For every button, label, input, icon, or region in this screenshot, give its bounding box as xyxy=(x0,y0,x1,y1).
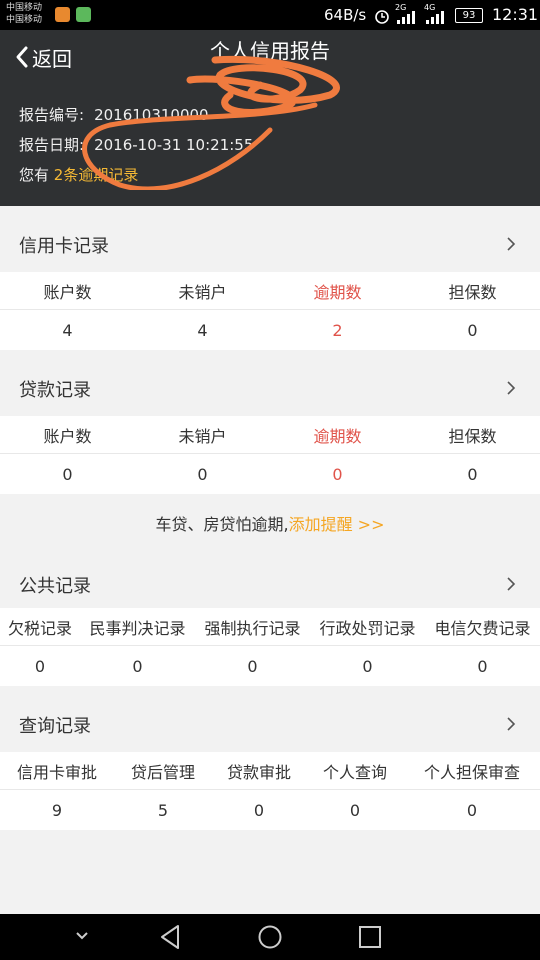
query-records-section-header[interactable]: 查询记录 xyxy=(0,686,540,752)
credit-card-header: 逾期数 xyxy=(313,282,362,302)
chevron-right-icon xyxy=(507,237,516,251)
query-records-value: 0 xyxy=(466,800,478,820)
report-number-value: 201610310000 xyxy=(94,106,209,124)
public-records-section-header[interactable]: 公共记录 xyxy=(0,546,540,612)
public-records-grid: 欠税记录 民事判决记录 强制执行记录 行政处罚记录 电信欠费记录 0 0 0 0… xyxy=(0,608,540,686)
loan-header: 账户数 xyxy=(43,426,92,446)
home-circle-icon[interactable] xyxy=(257,924,283,950)
public-records-value: 0 xyxy=(362,656,373,676)
back-triangle-icon[interactable] xyxy=(158,924,182,950)
alarm-icon xyxy=(375,10,389,24)
query-records-header-row: 信用卡审批 贷后管理 贷款审批 个人查询 个人担保审查 xyxy=(0,752,540,790)
query-records-header: 个人查询 xyxy=(322,762,387,782)
network-speed: 64B/s xyxy=(324,6,367,24)
loan-value: 0 xyxy=(332,464,343,484)
chevron-down-icon[interactable] xyxy=(74,930,90,942)
credit-card-grid: 账户数 未销户 逾期数 担保数 4 4 2 0 xyxy=(0,272,540,350)
loan-header: 逾期数 xyxy=(313,426,362,446)
query-records-value: 5 xyxy=(157,800,169,820)
loan-title: 贷款记录 xyxy=(19,380,91,401)
query-records-title: 查询记录 xyxy=(19,716,91,737)
android-navigation-bar xyxy=(0,914,540,960)
overdue-reminder-banner: 车贷、房贷怕逾期,添加提醒 >> xyxy=(0,494,540,554)
query-records-value-row: 9 5 0 0 0 xyxy=(0,790,540,830)
report-number-label: 报告编号: xyxy=(19,106,85,124)
public-records-header: 欠税记录 xyxy=(7,618,72,638)
loan-header: 担保数 xyxy=(448,426,497,446)
report-date-label: 报告日期: xyxy=(19,136,85,154)
app-notification-icon xyxy=(76,7,91,22)
public-records-header-row: 欠税记录 民事判决记录 强制执行记录 行政处罚记录 电信欠费记录 xyxy=(0,608,540,646)
public-records-header: 行政处罚记录 xyxy=(319,618,416,638)
loan-value: 0 xyxy=(62,464,73,484)
credit-card-section-header[interactable]: 信用卡记录 xyxy=(0,206,540,272)
public-records-title: 公共记录 xyxy=(19,576,91,597)
loan-value-row: 0 0 0 0 xyxy=(0,454,540,494)
query-records-grid: 信用卡审批 贷后管理 贷款审批 个人查询 个人担保审查 9 5 0 0 0 xyxy=(0,752,540,830)
carrier-info: 中国移动 中国移动 xyxy=(6,2,42,26)
credit-card-value: 4 xyxy=(197,320,208,340)
loan-section-header[interactable]: 贷款记录 xyxy=(0,350,540,416)
credit-card-header-row: 账户数 未销户 逾期数 担保数 xyxy=(0,272,540,310)
credit-card-header: 未销户 xyxy=(178,282,227,302)
status-bar: 中国移动 中国移动 64B/s 2G 4G 93 12:31 xyxy=(0,0,540,30)
signal-icon xyxy=(397,11,415,24)
public-records-value: 0 xyxy=(34,656,46,676)
chevron-right-icon xyxy=(507,577,516,591)
battery-indicator: 93 xyxy=(455,8,483,23)
taobao-notification-icon xyxy=(55,7,70,22)
report-number-line: 报告编号: 201610310000 xyxy=(19,104,209,125)
public-records-header: 强制执行记录 xyxy=(204,618,301,638)
page-title: 个人信用报告 xyxy=(210,39,330,63)
carrier-name-1: 中国移动 xyxy=(6,3,43,13)
query-records-value: 0 xyxy=(253,800,265,820)
chevron-right-icon xyxy=(507,717,516,731)
carrier-name-2: 中国移动 xyxy=(6,15,43,25)
loan-value: 0 xyxy=(197,464,208,484)
query-records-header: 贷款审批 xyxy=(226,762,291,782)
chevron-right-icon xyxy=(507,381,516,395)
report-date-line: 报告日期: 2016-10-31 10:21:55 xyxy=(19,134,253,155)
query-records-value: 0 xyxy=(349,800,361,820)
loan-grid: 账户数 未销户 逾期数 担保数 0 0 0 0 xyxy=(0,416,540,494)
query-records-header: 信用卡审批 xyxy=(16,762,97,782)
credit-card-value-row: 4 4 2 0 xyxy=(0,310,540,350)
credit-card-value: 4 xyxy=(62,320,73,340)
loan-header: 未销户 xyxy=(178,426,227,446)
public-records-value: 0 xyxy=(132,656,143,676)
public-records-header: 民事判决记录 xyxy=(89,618,186,638)
credit-card-value: 0 xyxy=(467,320,478,340)
credit-card-title: 信用卡记录 xyxy=(19,236,109,257)
public-records-value: 0 xyxy=(247,656,258,676)
credit-card-value: 2 xyxy=(332,320,343,340)
report-date-value: 2016-10-31 10:21:55 xyxy=(94,136,254,154)
recent-apps-icon[interactable] xyxy=(358,924,382,950)
overdue-records-link[interactable]: 2条逾期记录 xyxy=(54,166,139,184)
add-reminder-link[interactable]: 添加提醒 >> xyxy=(289,515,385,534)
query-records-header: 个人担保审查 xyxy=(423,762,520,782)
loan-header-row: 账户数 未销户 逾期数 担保数 xyxy=(0,416,540,454)
public-records-value-row: 0 0 0 0 0 xyxy=(0,646,540,686)
public-records-header: 电信欠费记录 xyxy=(434,618,531,638)
signal-icon-2 xyxy=(426,11,444,24)
public-records-value: 0 xyxy=(477,656,488,676)
overdue-prefix: 您有 xyxy=(19,166,50,184)
reminder-text: 车贷、房贷怕逾期, xyxy=(155,515,289,534)
credit-card-header: 担保数 xyxy=(448,282,497,302)
overdue-summary: 您有 2条逾期记录 xyxy=(19,164,138,185)
loan-value: 0 xyxy=(467,464,478,484)
query-records-header: 贷后管理 xyxy=(130,762,195,782)
credit-card-header: 账户数 xyxy=(43,282,92,302)
query-records-value: 9 xyxy=(51,800,63,820)
clock: 12:31 xyxy=(492,5,539,24)
report-header: 返回 个人信用报告 报告编号: 201610310000 报告日期: 2016-10… xyxy=(0,30,540,206)
